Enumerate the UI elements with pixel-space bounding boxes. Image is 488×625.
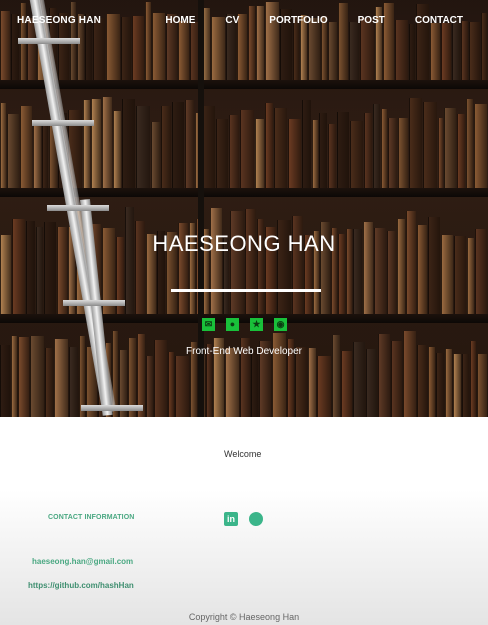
book-spine [308, 348, 317, 417]
book-spine [45, 348, 53, 417]
book-spine [444, 349, 452, 417]
hero-section: HAESEONG HAN HOME CV PORTFOLIO POST CONT… [0, 0, 488, 417]
book-spine [466, 98, 474, 188]
book-spine [288, 119, 302, 188]
book-spine [403, 330, 417, 417]
book-spine [273, 107, 288, 188]
book-spine [171, 102, 184, 188]
shelf-board [0, 80, 488, 89]
email-link[interactable]: haeseong.han@gmail.com [32, 557, 133, 566]
book-spine [462, 354, 470, 417]
book-spine [349, 120, 364, 188]
book-spine [452, 353, 462, 417]
book-spine [406, 211, 416, 314]
footer-social-links: in [224, 512, 274, 526]
nav-link-home[interactable]: HOME [165, 15, 195, 26]
book-spine [184, 99, 194, 188]
nav-link-post[interactable]: POST [358, 15, 385, 26]
book-spine [42, 121, 49, 188]
book-spine [244, 209, 256, 314]
ladder-rung [46, 205, 109, 211]
book-spine [161, 106, 171, 188]
nav-link-contact[interactable]: CONTACT [415, 15, 463, 26]
book-spine [319, 112, 327, 188]
book-spine [136, 106, 151, 188]
book-spine [32, 121, 42, 188]
book-spine [302, 99, 312, 188]
book-spine [174, 356, 189, 417]
book-spine [381, 108, 388, 188]
hero-title: HAESEONG HAN [152, 231, 336, 256]
ladder-rung [32, 120, 95, 126]
book-spine [6, 114, 19, 188]
hero-subtitle: Front-End Web Developer [186, 346, 302, 357]
book-spine [327, 123, 336, 188]
book-spine [19, 106, 32, 188]
web-icon[interactable]: ● [226, 318, 239, 331]
nav-link-portfolio[interactable]: PORTFOLIO [269, 15, 327, 26]
nav-link-cv[interactable]: CV [225, 15, 239, 26]
book-spine [122, 98, 136, 188]
email-icon[interactable]: ✉ [202, 318, 215, 331]
book-spine [366, 349, 377, 417]
ladder-rung [80, 405, 143, 411]
book-spine [428, 347, 435, 417]
book-spine [364, 113, 373, 188]
book-spine [457, 114, 466, 188]
book-spine [230, 211, 244, 314]
book-spine [209, 208, 222, 314]
book-spine [340, 350, 353, 417]
book-spine [444, 107, 457, 188]
book-spine [254, 119, 264, 188]
book-spine [477, 354, 487, 417]
book-spine [124, 207, 134, 314]
book-spine [373, 104, 381, 188]
book-spine [216, 119, 229, 188]
book-spine [240, 109, 254, 188]
book-spine [146, 356, 154, 417]
book-spine [167, 351, 174, 417]
book-spine [435, 352, 444, 417]
book-spine [151, 121, 160, 188]
footer: Welcome CONTACT INFORMATION in haeseong.… [0, 417, 488, 625]
book-spine [82, 99, 90, 188]
instagram-icon[interactable]: ★ [250, 318, 263, 331]
book-spine [224, 348, 239, 417]
hero-social-links: ✉ ● ★ ◉ [202, 318, 298, 331]
book-spine [474, 104, 487, 188]
top-navigation: HAESEONG HAN HOME CV PORTFOLIO POST CONT… [0, 0, 488, 40]
ladder-rung [63, 300, 125, 306]
book-spine [251, 348, 259, 417]
brand-logo[interactable]: HAESEONG HAN [17, 15, 101, 26]
github-icon[interactable] [249, 512, 263, 526]
contact-information-heading: CONTACT INFORMATION [48, 514, 135, 521]
book-spine [336, 111, 349, 188]
book-spine [68, 346, 78, 417]
book-spine [388, 118, 398, 188]
nav-links: HOME CV PORTFOLIO POST CONTACT [165, 15, 463, 26]
book-spine [422, 101, 437, 188]
book-spine [398, 118, 408, 188]
github-link[interactable]: https://github.com/hashHan [28, 581, 134, 590]
book-spine [90, 98, 101, 188]
book-spine [229, 115, 240, 188]
linkedin-icon[interactable]: in [224, 512, 238, 526]
book-spine [264, 103, 273, 188]
book-spine [437, 118, 444, 188]
book-spine [0, 103, 6, 188]
book-row [0, 330, 488, 417]
book-spine [294, 347, 308, 417]
book-spine [408, 97, 422, 188]
book-spine [101, 96, 112, 188]
book-spine [312, 119, 319, 188]
github-icon[interactable]: ◉ [274, 318, 287, 331]
book-spine [112, 110, 122, 188]
welcome-text: Welcome [224, 449, 262, 459]
book-spine [317, 356, 331, 417]
hero-divider [171, 289, 321, 292]
copyright-text: Copyright © Haeseong Han [188, 612, 300, 622]
